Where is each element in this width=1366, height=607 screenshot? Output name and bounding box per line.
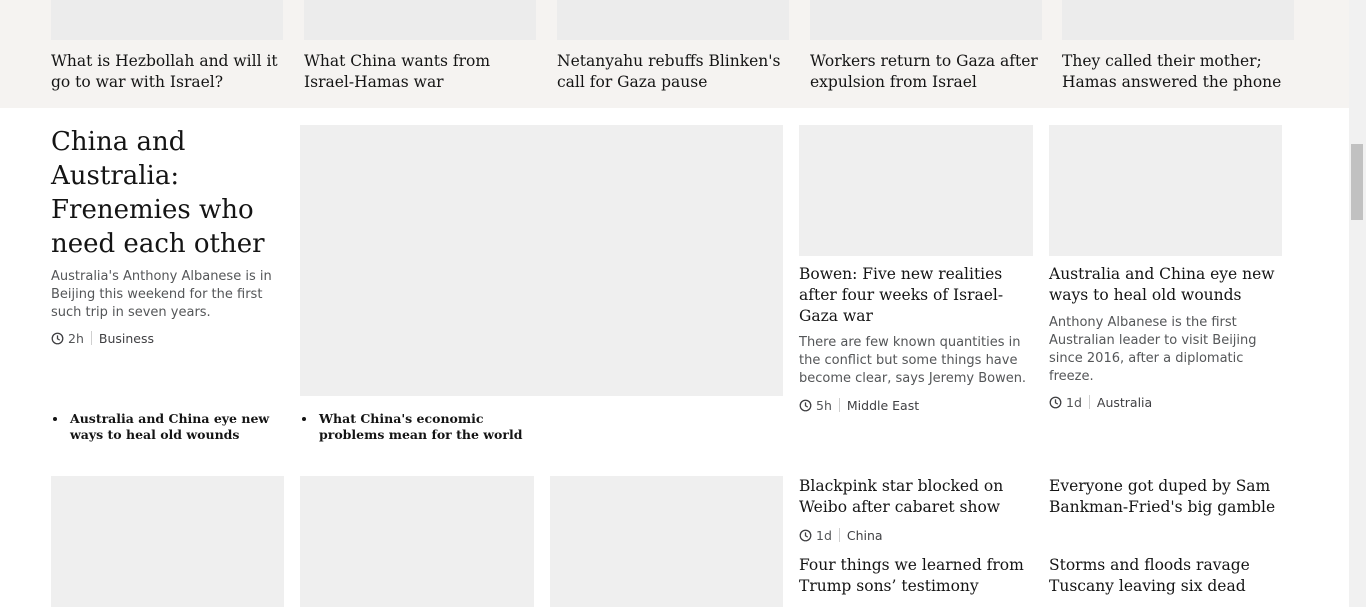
story-image[interactable] — [304, 0, 536, 40]
card-time: 1d — [1066, 394, 1082, 410]
story-headline-blackpink[interactable]: Blackpink star blocked on Weibo after ca… — [799, 476, 1033, 518]
scrollbar-thumb[interactable] — [1351, 144, 1363, 220]
story-image[interactable] — [51, 476, 284, 607]
card-headline-australia-china[interactable]: Australia and China eye new ways to heal… — [1049, 264, 1282, 306]
meta-divider — [90, 331, 92, 345]
top-stories-strip: What is Hezbollah and will it go to war … — [0, 0, 1349, 108]
feature-meta: 2h Business — [51, 330, 154, 346]
story-link-hezbollah[interactable]: What is Hezbollah and will it go to war … — [51, 51, 283, 93]
story-headline-bankman-fried[interactable]: Everyone got duped by Sam Bankman-Fried'… — [1049, 476, 1282, 518]
story-link-china-wants[interactable]: What China wants from Israel-Hamas war — [304, 51, 536, 93]
story-image[interactable] — [810, 0, 1042, 40]
clock-icon — [1049, 396, 1062, 408]
story-image[interactable] — [51, 0, 283, 40]
story-time: 1d — [816, 527, 832, 543]
clock-icon — [799, 529, 812, 541]
story-headline-trump-sons[interactable]: Four things we learned from Trump sons’ … — [799, 555, 1033, 597]
meta-divider — [838, 528, 840, 542]
card-summary: Anthony Albanese is the first Australian… — [1049, 315, 1257, 384]
related-link-label[interactable]: Australia and China eye new ways to heal… — [70, 411, 291, 443]
story-section-link[interactable]: China — [847, 528, 883, 543]
story-image[interactable] — [557, 0, 789, 40]
card-meta: 1d Australia — [1049, 394, 1152, 410]
clock-icon — [799, 399, 812, 411]
feature-image[interactable] — [300, 125, 783, 396]
page-scrollbar[interactable] — [1349, 0, 1366, 607]
story-image[interactable] — [550, 476, 783, 607]
card-meta: 5h Middle East — [799, 397, 919, 413]
card-image[interactable] — [799, 125, 1033, 256]
feature-time: 2h — [68, 330, 84, 346]
story-meta: 1d China — [799, 527, 883, 543]
story-headline-tuscany[interactable]: Storms and floods ravage Tuscany leaving… — [1049, 555, 1282, 597]
bullet-dot — [302, 417, 306, 421]
related-link[interactable]: Australia and China eye new ways to heal… — [51, 411, 291, 443]
story-link-workers-return[interactable]: Workers return to Gaza after expulsion f… — [810, 51, 1042, 93]
story-image[interactable] — [300, 476, 534, 607]
related-link-label[interactable]: What China's economic problems mean for … — [319, 411, 540, 443]
clock-icon — [51, 332, 64, 344]
meta-divider — [838, 398, 840, 412]
feature-section-link[interactable]: Business — [99, 331, 154, 346]
card-headline-bowen[interactable]: Bowen: Five new realities after four wee… — [799, 264, 1033, 327]
bullet-dot — [53, 417, 57, 421]
card-time: 5h — [816, 397, 832, 413]
related-link[interactable]: What China's economic problems mean for … — [300, 411, 540, 443]
story-link-netanyahu[interactable]: Netanyahu rebuffs Blinken's call for Gaz… — [557, 51, 789, 93]
card-summary: There are few known quantities in the co… — [799, 335, 1027, 386]
story-image[interactable] — [1062, 0, 1294, 40]
feature-headline[interactable]: China and Australia: Frenemies who need … — [51, 125, 283, 261]
meta-divider — [1088, 395, 1090, 409]
card-section-link[interactable]: Australia — [1097, 395, 1152, 410]
feature-summary: Australia's Anthony Albanese is in Beiji… — [51, 269, 272, 320]
card-image[interactable] — [1049, 125, 1282, 256]
story-link-mother-phone[interactable]: They called their mother; Hamas answered… — [1062, 51, 1298, 93]
card-section-link[interactable]: Middle East — [847, 398, 919, 413]
